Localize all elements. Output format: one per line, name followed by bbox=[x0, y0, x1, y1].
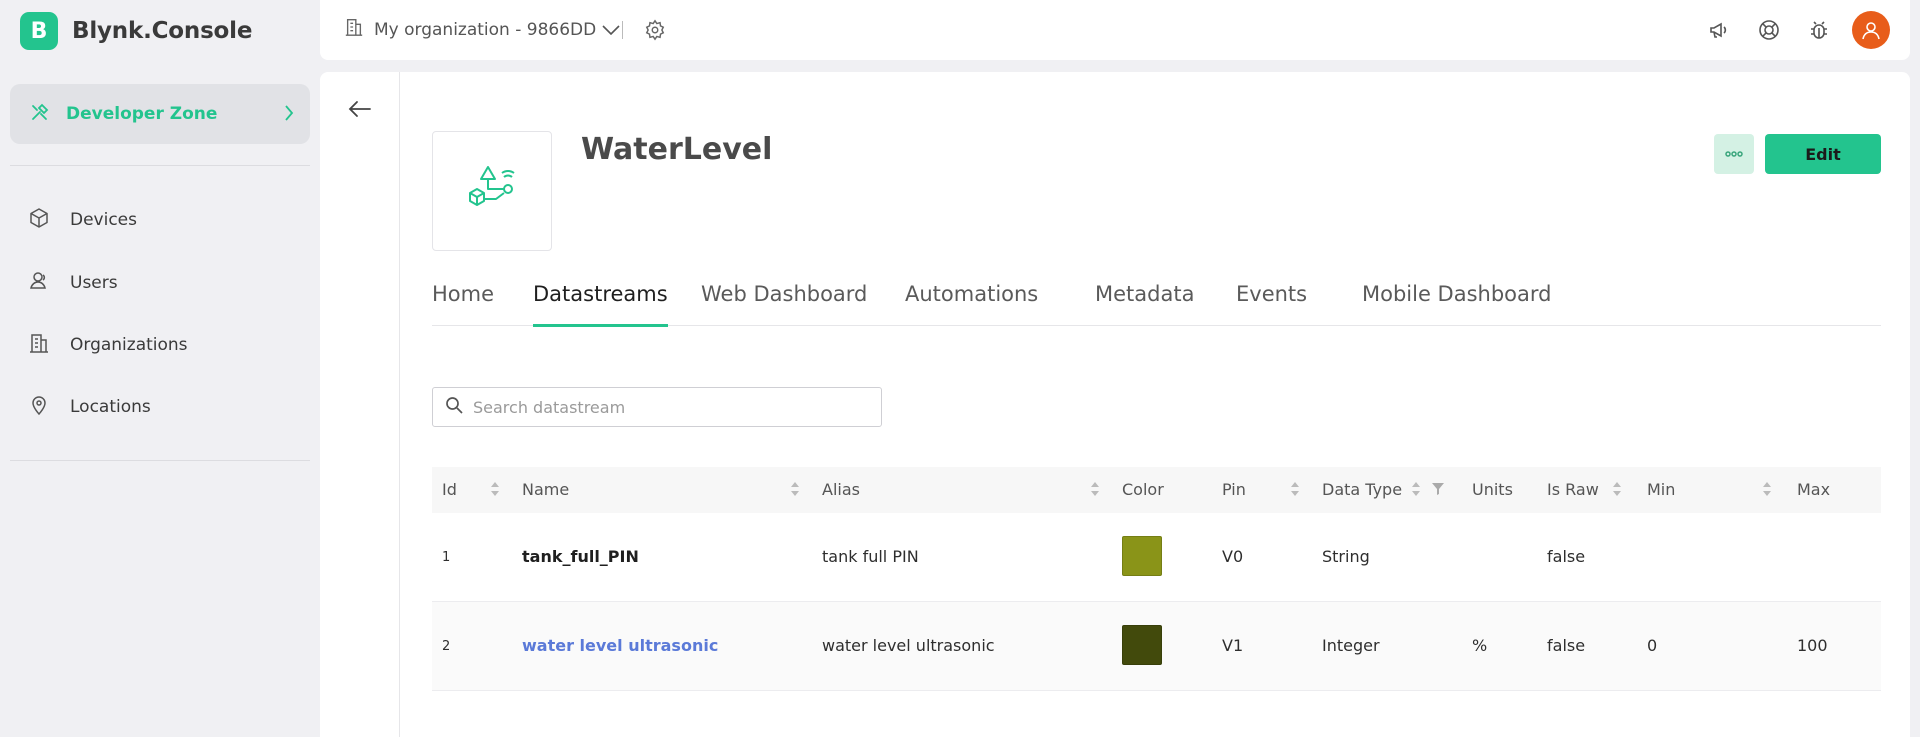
sidebar-item-label: Organizations bbox=[70, 335, 188, 355]
search-icon bbox=[445, 396, 463, 418]
tab-automations[interactable]: Automations bbox=[905, 282, 1038, 326]
cell-max: 100 bbox=[1797, 636, 1828, 655]
building-icon bbox=[28, 332, 50, 358]
cube-icon bbox=[28, 207, 50, 233]
tab-events[interactable]: Events bbox=[1236, 282, 1307, 326]
template-image[interactable] bbox=[432, 131, 552, 251]
color-swatch bbox=[1122, 625, 1162, 665]
template-iot-icon bbox=[469, 166, 515, 206]
tab-home[interactable]: Home bbox=[432, 282, 494, 326]
cell-alias: water level ultrasonic bbox=[822, 636, 995, 655]
cell-pin: V0 bbox=[1222, 547, 1244, 566]
table-header: Id Name Alias Color Pin Data Type Units … bbox=[432, 467, 1881, 513]
tab-bar: Home Datastreams Web Dashboard Automatio… bbox=[432, 282, 1881, 327]
search-box bbox=[432, 387, 882, 427]
template-title: WaterLevel bbox=[581, 132, 773, 167]
cell-data-type: Integer bbox=[1322, 636, 1380, 655]
tools-icon bbox=[30, 102, 50, 126]
color-swatch bbox=[1122, 536, 1162, 576]
back-column bbox=[320, 72, 400, 737]
cell-is-raw: false bbox=[1547, 547, 1586, 566]
chevron-down-icon bbox=[602, 20, 620, 40]
sort-icon[interactable] bbox=[790, 481, 800, 501]
sidebar-item-devices[interactable]: Devices bbox=[28, 205, 137, 235]
more-dots-icon bbox=[1725, 151, 1743, 157]
sort-icon[interactable] bbox=[1290, 481, 1300, 501]
sidebar-item-users[interactable]: Users bbox=[28, 268, 118, 298]
top-bar: My organization - 9866DD bbox=[320, 0, 1910, 60]
more-options-button[interactable] bbox=[1714, 134, 1754, 174]
cell-is-raw: false bbox=[1547, 636, 1586, 655]
column-header-units: Units bbox=[1472, 480, 1513, 499]
cell-id: 2 bbox=[442, 639, 451, 654]
sidebar-item-label: Users bbox=[70, 273, 118, 293]
sort-icon[interactable] bbox=[1090, 481, 1100, 501]
users-icon bbox=[28, 270, 50, 296]
sidebar-item-organizations[interactable]: Organizations bbox=[28, 330, 188, 360]
table-row[interactable]: 1 tank_full_PIN tank full PIN V0 String … bbox=[432, 513, 1881, 602]
table-row[interactable]: 2 water level ultrasonic water level ult… bbox=[432, 602, 1881, 691]
sidebar-item-locations[interactable]: Locations bbox=[28, 392, 151, 422]
app-logo[interactable]: B Blynk.Console bbox=[20, 12, 252, 50]
bug-report-icon[interactable] bbox=[1808, 19, 1830, 45]
filter-icon[interactable] bbox=[1431, 481, 1445, 500]
gear-icon[interactable] bbox=[644, 19, 666, 45]
sidebar-item-developer-zone[interactable]: Developer Zone bbox=[10, 84, 310, 144]
edit-button[interactable]: Edit bbox=[1765, 134, 1881, 174]
tab-web-dashboard[interactable]: Web Dashboard bbox=[701, 282, 867, 326]
avatar[interactable] bbox=[1852, 11, 1890, 49]
sidebar-item-label: Devices bbox=[70, 210, 137, 230]
divider bbox=[622, 21, 623, 39]
sort-icon[interactable] bbox=[1411, 481, 1421, 501]
column-header-color: Color bbox=[1122, 480, 1164, 499]
announcement-icon[interactable] bbox=[1708, 19, 1730, 45]
cell-pin: V1 bbox=[1222, 636, 1244, 655]
sidebar-divider bbox=[10, 460, 310, 461]
tab-mobile-dashboard[interactable]: Mobile Dashboard bbox=[1362, 282, 1552, 326]
datastreams-table: Id Name Alias Color Pin Data Type Units … bbox=[432, 467, 1881, 691]
organization-name: My organization - 9866DD bbox=[374, 19, 597, 40]
column-header-id[interactable]: Id bbox=[442, 480, 457, 499]
organization-selector[interactable]: My organization - 9866DD bbox=[344, 17, 620, 42]
tab-metadata[interactable]: Metadata bbox=[1095, 282, 1194, 326]
help-lifebuoy-icon[interactable] bbox=[1758, 19, 1780, 45]
column-header-is-raw[interactable]: Is Raw bbox=[1547, 480, 1599, 499]
cell-id: 1 bbox=[442, 550, 451, 565]
sort-icon[interactable] bbox=[1612, 481, 1622, 501]
back-arrow-icon[interactable] bbox=[348, 100, 372, 122]
column-header-data-type[interactable]: Data Type bbox=[1322, 480, 1402, 499]
cell-data-type: String bbox=[1322, 547, 1370, 566]
building-icon bbox=[344, 17, 364, 42]
column-header-min[interactable]: Min bbox=[1647, 480, 1675, 499]
sidebar-item-label: Locations bbox=[70, 397, 151, 417]
cell-min: 0 bbox=[1647, 636, 1658, 655]
tab-datastreams[interactable]: Datastreams bbox=[533, 282, 668, 327]
sidebar: B Blynk.Console Developer Zone Devices U… bbox=[0, 0, 320, 737]
sort-icon[interactable] bbox=[1762, 481, 1772, 501]
cell-name[interactable]: water level ultrasonic bbox=[522, 636, 718, 655]
cell-units: % bbox=[1472, 636, 1488, 655]
location-pin-icon bbox=[28, 394, 50, 420]
column-header-alias[interactable]: Alias bbox=[822, 480, 860, 499]
sidebar-divider bbox=[10, 165, 310, 166]
sort-icon[interactable] bbox=[490, 481, 500, 501]
logo-badge: B bbox=[20, 12, 58, 50]
column-header-pin[interactable]: Pin bbox=[1222, 480, 1246, 499]
app-name: Blynk.Console bbox=[72, 18, 253, 44]
search-input[interactable] bbox=[473, 397, 863, 417]
developer-zone-label: Developer Zone bbox=[66, 104, 218, 124]
chevron-right-icon bbox=[284, 104, 294, 126]
main-panel: WaterLevel Edit Home Datastreams Web Das… bbox=[320, 72, 1910, 737]
cell-alias: tank full PIN bbox=[822, 547, 919, 566]
cell-name[interactable]: tank_full_PIN bbox=[522, 547, 639, 566]
column-header-max[interactable]: Max bbox=[1797, 480, 1830, 499]
column-header-name[interactable]: Name bbox=[522, 480, 569, 499]
